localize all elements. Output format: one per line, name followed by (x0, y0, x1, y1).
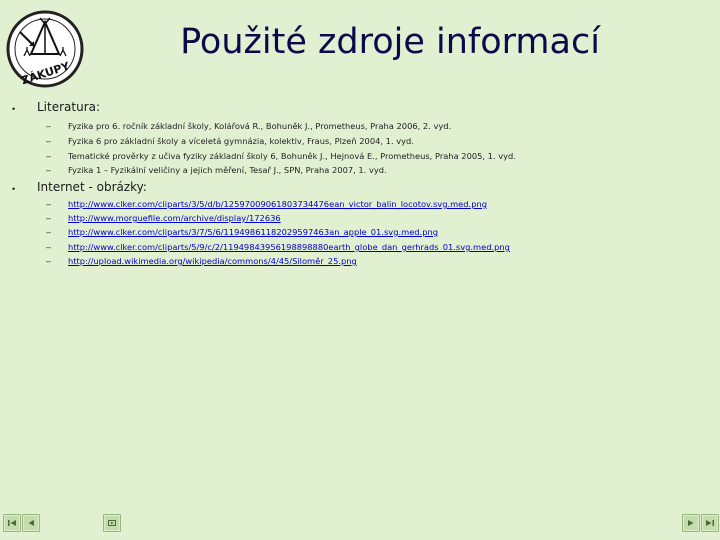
dash-icon: – (46, 256, 52, 266)
last-slide-button[interactable] (701, 514, 719, 532)
zakupy-coat-of-arms-icon: ZÁKUPY (6, 10, 84, 88)
literature-entry: Fyzika 6 pro základní školy a víceletá g… (68, 136, 414, 146)
last-slide-icon (706, 520, 714, 526)
next-slide-icon (688, 520, 694, 526)
dash-icon: – (46, 227, 52, 237)
first-slide-icon (8, 520, 16, 526)
bullet-icon: • (12, 184, 16, 194)
bullet-icon: • (12, 104, 16, 114)
slide: ZÁKUPY Použité zdroje informací • Litera… (0, 0, 720, 540)
dash-icon: – (46, 136, 52, 146)
play-media-icon (108, 520, 116, 526)
dash-icon: – (46, 242, 52, 252)
literature-entry: Fyzika pro 6. ročník základní školy, Kol… (68, 121, 452, 131)
first-slide-button[interactable] (3, 514, 21, 532)
dash-icon: – (46, 121, 52, 131)
next-slide-button[interactable] (682, 514, 700, 532)
dash-icon: – (46, 213, 52, 223)
literature-entry: Fyzika 1 – Fyzikální veličiny a jejich m… (68, 165, 387, 175)
play-media-button[interactable] (103, 514, 121, 532)
previous-slide-button[interactable] (22, 514, 40, 532)
source-link[interactable]: http://www.morguefile.com/archive/displa… (68, 213, 281, 223)
section-heading-literature: Literatura: (37, 100, 101, 114)
source-link[interactable]: http://www.clker.com/cliparts/3/7/5/6/11… (68, 227, 438, 237)
dash-icon: – (46, 199, 52, 209)
slide-navigation (0, 514, 720, 540)
source-link[interactable]: http://www.clker.com/cliparts/3/5/d/b/12… (68, 199, 487, 209)
section-heading-internet: Internet - obrázky: (37, 180, 147, 194)
source-link[interactable]: http://upload.wikimedia.org/wikipedia/co… (68, 256, 357, 266)
source-link[interactable]: http://www.clker.com/cliparts/5/9/c/2/11… (68, 242, 510, 252)
dash-icon: – (46, 165, 52, 175)
literature-entry: Tematické prověrky z učiva fyziky základ… (68, 151, 516, 161)
slide-title: Použité zdroje informací (180, 22, 600, 62)
dash-icon: – (46, 151, 52, 161)
previous-slide-icon (28, 520, 34, 526)
